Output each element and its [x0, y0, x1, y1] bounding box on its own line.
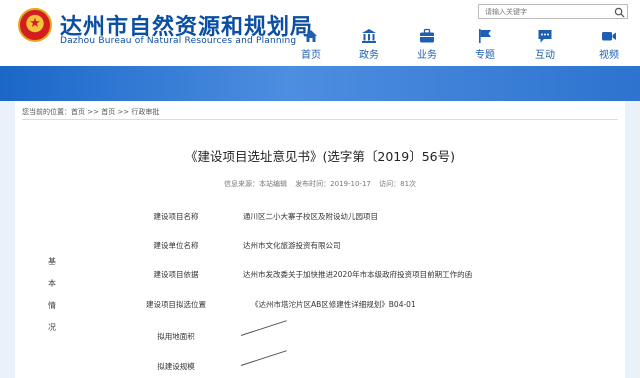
article-title: 《建设项目选址意见书》(选字第〔2019〕56号) [185, 149, 455, 164]
empty-value-slash [240, 320, 287, 336]
row-value-unit-name: 达州市文化旅游投资有限公司 [243, 241, 341, 250]
nav-label: 专题 [475, 50, 495, 61]
main-nav: 首页 政务 业务 专题 互动 视频 [288, 28, 640, 62]
breadcrumb: 您当前的位置：首页 >> 首页 >> 行政审批 [22, 107, 159, 117]
header-banner [0, 66, 640, 101]
side-label-char: 情 [48, 301, 56, 310]
search-box [478, 4, 628, 19]
empty-value-slash [240, 350, 287, 366]
search-icon[interactable] [614, 7, 625, 18]
basic-info-side-label: 基 本 情 况 [47, 251, 57, 339]
flag-icon [479, 29, 491, 43]
article-meta: 信息来源：本站编辑 发布时间：2019-10-17 访问：81次 [15, 179, 625, 189]
nav-item-business[interactable]: 业务 [404, 28, 450, 62]
row-label-land-area: 拟用地面积 [157, 332, 195, 341]
breadcrumb-divider [22, 119, 618, 120]
row-label-scale: 拟建设规模 [157, 362, 195, 371]
row-value-basis: 达州市发改委关于加快推进2020年市本级政府投资项目前期工作的函 [243, 270, 473, 279]
side-label-char: 基 [48, 257, 56, 266]
row-label-unit-name: 建设单位名称 [153, 241, 199, 250]
row-value-project-name: 通川区二小大寨子校区及附设幼儿园项目 [243, 212, 378, 221]
article-views: 访问：81次 [379, 180, 417, 188]
row-label-location: 建设项目拟选位置 [146, 300, 206, 309]
nav-label: 视频 [599, 50, 619, 61]
briefcase-icon [420, 28, 434, 43]
article-source: 信息来源：本站编辑 [223, 180, 287, 188]
breadcrumb-level2-link[interactable]: 首页 [101, 108, 115, 116]
breadcrumb-prefix: 您当前的位置： [22, 108, 71, 116]
nav-label: 互动 [535, 50, 555, 61]
nav-label: 业务 [417, 50, 437, 61]
search-input[interactable] [485, 6, 605, 18]
nav-item-home[interactable]: 首页 [288, 28, 334, 62]
site-subtitle: Dazhou Bureau of Natural Resources and P… [60, 36, 297, 46]
side-label-char: 本 [48, 279, 56, 288]
breadcrumb-separator: >> [87, 108, 99, 116]
nav-label: 政务 [359, 50, 379, 61]
nav-item-government[interactable]: 政务 [346, 28, 392, 62]
emblem-logo-icon [18, 8, 52, 42]
breadcrumb-separator: >> [117, 108, 130, 116]
site-header: 达州市自然资源和规划局 Dazhou Bureau of Natural Res… [0, 0, 640, 66]
nav-label: 首页 [301, 50, 321, 61]
video-icon [602, 32, 616, 41]
nav-item-topics[interactable]: 专题 [462, 28, 508, 62]
row-label-basis: 建设项目依据 [153, 270, 199, 279]
side-label-char: 况 [48, 323, 56, 332]
content-panel: 您当前的位置：首页 >> 首页 >> 行政审批 《建设项目选址意见书》(选字第〔… [15, 101, 625, 378]
row-label-project-name: 建设项目名称 [153, 212, 199, 221]
row-value-location: 《达州市塔沱片区AB区修建性详细规划》B04-01 [251, 300, 416, 309]
breadcrumb-home-link[interactable]: 首页 [71, 108, 85, 116]
breadcrumb-level3-link[interactable]: 行政审批 [131, 108, 159, 116]
nav-item-interaction[interactable]: 互动 [522, 28, 568, 62]
article-date: 发布时间：2019-10-17 [295, 180, 371, 188]
nav-item-video[interactable]: 视频 [586, 28, 632, 62]
home-icon [305, 30, 317, 42]
building-icon [362, 29, 376, 43]
chat-icon [538, 30, 552, 43]
